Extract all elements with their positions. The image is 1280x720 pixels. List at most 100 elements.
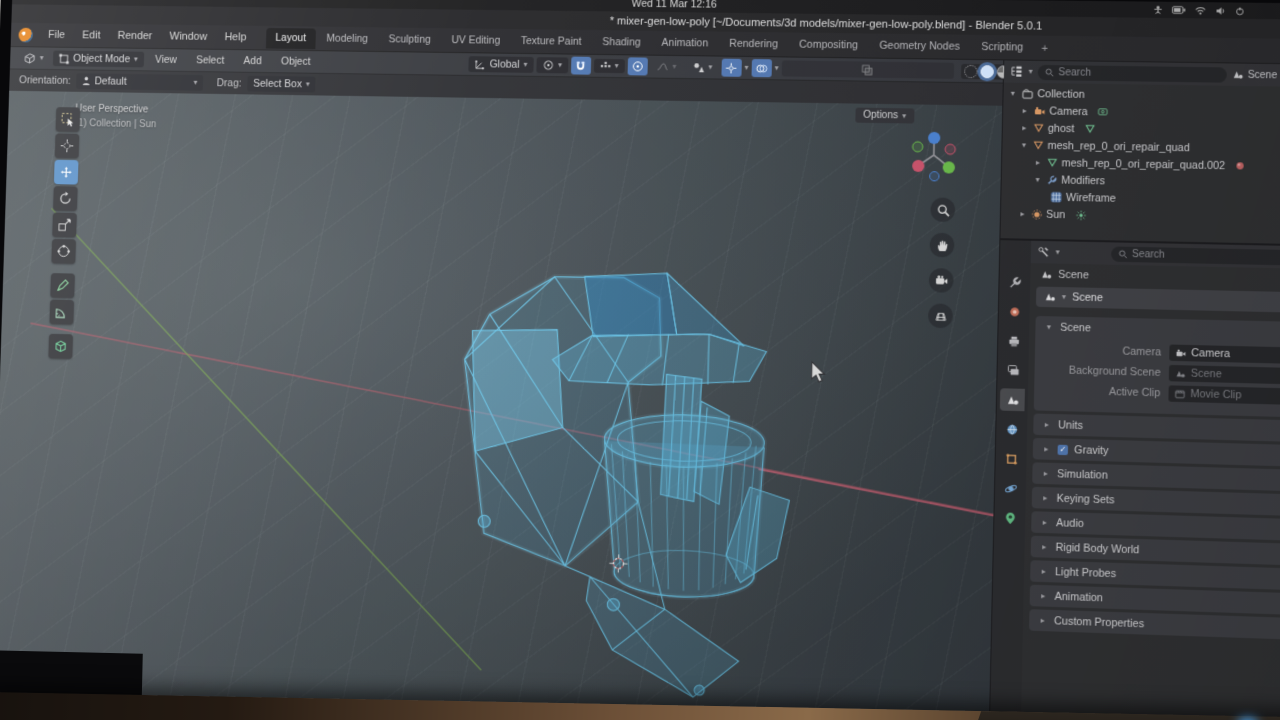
properties-editor-icon[interactable] — [1037, 246, 1050, 258]
scene-tab-icon — [1006, 393, 1020, 407]
row-label: Camera — [1049, 105, 1088, 118]
snap-toggle[interactable] — [571, 57, 591, 75]
menu-window[interactable]: Window — [162, 28, 216, 46]
tab-object-properties[interactable] — [999, 447, 1024, 470]
scale-icon — [57, 217, 72, 232]
tool-add-cube[interactable] — [48, 334, 73, 359]
tool-select-box[interactable] — [56, 107, 81, 132]
disclosure-arrow[interactable]: ▾ — [1032, 175, 1042, 184]
tab-world-properties[interactable] — [999, 418, 1024, 441]
outliner-editor-icon[interactable] — [1010, 66, 1024, 78]
mesh-data-icon — [1085, 124, 1095, 133]
tool-cursor[interactable] — [55, 133, 80, 158]
tab-geometry-nodes[interactable]: Geometry Nodes — [869, 35, 970, 57]
main-area: ▾ Object Mode ▾ View Select Add Object — [0, 47, 1280, 720]
disclosure-arrow[interactable]: ▸ — [1017, 209, 1027, 218]
options-button[interactable]: Options ▾ — [855, 108, 915, 124]
falloff-dropdown[interactable]: ▾ — [650, 60, 682, 74]
tab-scripting[interactable]: Scripting — [971, 36, 1034, 58]
object-types-visibility-dropdown[interactable]: ▾ — [686, 60, 718, 75]
tab-shading[interactable]: Shading — [592, 32, 651, 54]
add-workspace-button[interactable]: + — [1034, 38, 1055, 58]
viewport-3d[interactable]: User Perspective (1) Collection | Sun Op… — [0, 91, 1002, 720]
camera-field[interactable]: Camera ✕ — [1169, 345, 1280, 366]
menu-render[interactable]: Render — [110, 27, 160, 45]
scene-selector[interactable]: Scene — [1232, 69, 1277, 81]
disclosure-arrow[interactable]: ▸ — [1019, 106, 1029, 115]
tab-compositing[interactable]: Compositing — [789, 34, 869, 56]
outliner-search-input[interactable]: Search — [1038, 64, 1227, 82]
properties-search-input[interactable]: Search — [1111, 246, 1280, 265]
tab-sculpting[interactable]: Sculpting — [378, 29, 440, 51]
tool-measure[interactable] — [49, 300, 74, 325]
tab-physics-properties[interactable] — [998, 477, 1023, 500]
drag-setting-dropdown[interactable]: Select Box ▾ — [247, 76, 316, 93]
viewport-menu-object[interactable]: Object — [273, 53, 319, 71]
gizmos-toggle[interactable] — [721, 59, 741, 77]
search-icon — [1118, 249, 1127, 258]
y-axis-line — [37, 208, 493, 670]
disclosure-arrow[interactable]: ▾ — [1019, 140, 1029, 149]
tab-rendering[interactable]: Rendering — [719, 33, 788, 55]
background-scene-field[interactable]: Scene — [1169, 365, 1280, 386]
x-axis-line-bright — [758, 469, 995, 515]
perspective-toggle-button[interactable] — [928, 303, 953, 328]
xray-toggle[interactable] — [782, 60, 955, 78]
editor-type-button[interactable]: ▾ — [18, 50, 50, 66]
chevron-down-icon: ▾ — [775, 64, 779, 72]
tab-uv-editing[interactable]: UV Editing — [441, 30, 510, 52]
orientation-setting-value: Default — [95, 75, 127, 87]
disclosure-arrow[interactable]: ▸ — [1033, 158, 1043, 167]
tab-tool-properties[interactable] — [1002, 271, 1027, 294]
tab-output-properties[interactable] — [1001, 329, 1026, 352]
properties-search-placeholder: Search — [1132, 248, 1165, 260]
tab-texture-paint[interactable]: Texture Paint — [511, 31, 592, 53]
tab-animation[interactable]: Animation — [651, 32, 718, 54]
shading-wireframe-icon[interactable] — [964, 64, 978, 77]
pan-button[interactable] — [929, 233, 954, 258]
shading-solid-icon[interactable] — [980, 65, 994, 78]
menu-help[interactable]: Help — [217, 28, 255, 46]
active-clip-field[interactable]: Movie Clip — [1168, 385, 1280, 406]
menu-edit[interactable]: Edit — [74, 26, 108, 44]
outliner-row-sun[interactable]: ▸ Sun — [1005, 205, 1280, 229]
tab-modeling[interactable]: Modeling — [316, 28, 378, 49]
menu-file[interactable]: File — [40, 26, 73, 44]
options-label: Options — [863, 110, 898, 122]
gravity-checkbox[interactable]: ✓ — [1058, 444, 1069, 454]
camera-view-button[interactable] — [929, 268, 954, 293]
tool-rotate[interactable] — [53, 186, 78, 211]
wireframe-modifier-icon — [1050, 192, 1062, 203]
tab-render-properties[interactable] — [1002, 300, 1027, 323]
pivot-dropdown[interactable]: ▾ — [536, 57, 568, 73]
tab-data-properties[interactable] — [997, 506, 1022, 529]
row-label: Collection — [1037, 88, 1085, 101]
mixer-wireframe-model — [456, 269, 795, 700]
tab-layout[interactable]: Layout — [265, 27, 316, 48]
viewport-menu-select[interactable]: Select — [188, 51, 232, 69]
panel-custom-properties[interactable]: ▸Custom Properties — [1029, 609, 1280, 641]
tool-annotate[interactable] — [50, 273, 75, 298]
proportional-editing-toggle[interactable] — [627, 57, 647, 75]
accessibility-icon — [1153, 5, 1162, 14]
disclosure-arrow[interactable]: ▾ — [1008, 89, 1018, 98]
disclosure-arrow[interactable]: ▸ — [1019, 123, 1029, 132]
orientation-dropdown[interactable]: Global ▾ — [469, 56, 534, 73]
orientation-setting-dropdown[interactable]: Default ▾ — [76, 73, 203, 90]
navigation-gizmo[interactable] — [907, 128, 961, 181]
mode-dropdown[interactable]: Object Mode ▾ — [53, 51, 144, 68]
overlays-toggle[interactable] — [751, 59, 772, 77]
tool-scale[interactable] — [52, 212, 77, 237]
scene-datablock-selector[interactable]: ▾ Scene ✕ — [1036, 287, 1280, 314]
tab-view-layer-properties[interactable] — [1000, 359, 1025, 382]
tool-transform[interactable] — [51, 239, 76, 264]
viewport-menu-view[interactable]: View — [147, 51, 185, 69]
snap-target-dropdown[interactable]: ▾ — [594, 59, 625, 73]
tab-scene-properties[interactable] — [1000, 388, 1025, 411]
blender-logo-icon[interactable] — [18, 27, 33, 42]
os-system-tray[interactable] — [1153, 2, 1245, 19]
os-clock[interactable]: Wed 11 Mar 12:16 — [632, 0, 718, 11]
viewport-menu-add[interactable]: Add — [236, 52, 270, 70]
tool-move[interactable] — [54, 160, 79, 185]
zoom-button[interactable] — [930, 197, 955, 222]
